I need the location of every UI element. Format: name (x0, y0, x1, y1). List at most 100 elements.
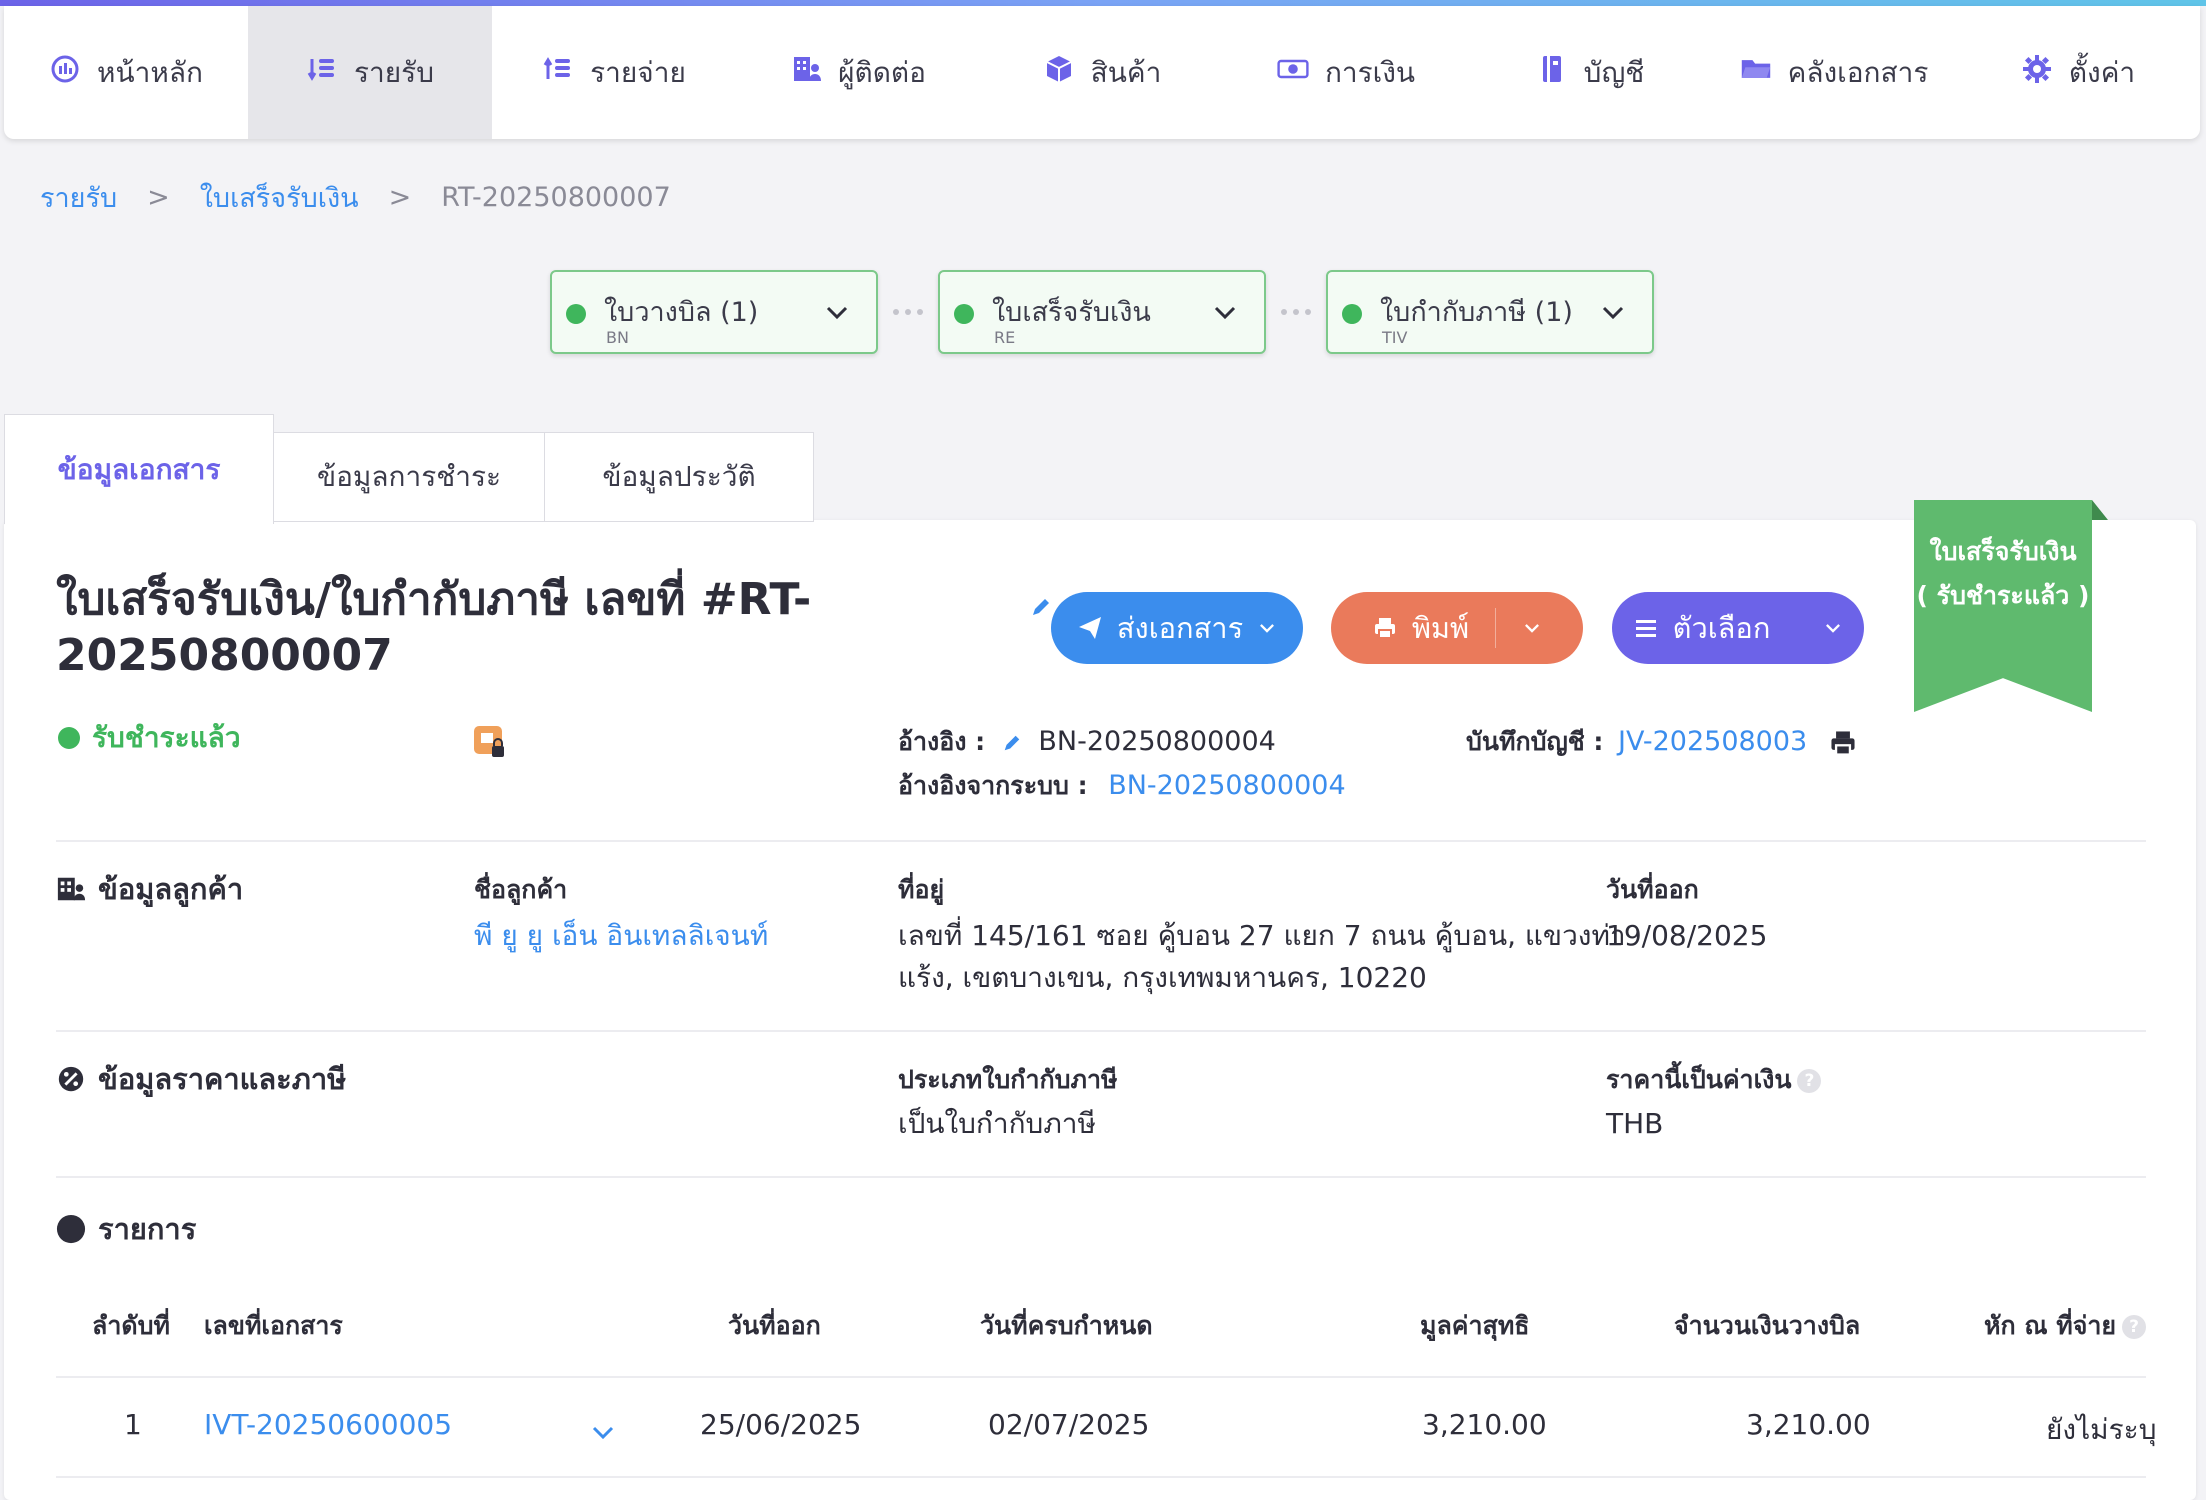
help-icon[interactable]: ? (1797, 1069, 1822, 1093)
tax-type-label: ประเภทใบกำกับภาษี (898, 1065, 1118, 1094)
flow-title: ใบวางบิล (1) (604, 297, 759, 328)
customer-section-label: ข้อมูลลูกค้า (98, 872, 244, 906)
circle-bullet-icon (56, 1214, 86, 1244)
printer-icon[interactable] (1828, 728, 1858, 758)
main-nav: หน้าหลัก รายรับ รายจ่าย ผู้ติดต่อ สินค้า… (4, 6, 2200, 139)
nav-item-settings[interactable]: ตั้งค่า (1956, 6, 2200, 139)
breadcrumb-current: RT-20250800007 (441, 182, 671, 213)
journal-label: บันทึกบัญชี : (1466, 727, 1604, 756)
pencil-icon[interactable] (1002, 733, 1022, 753)
send-document-button[interactable]: ส่งเอกสาร (1051, 592, 1303, 664)
percent-badge-icon (58, 1066, 84, 1092)
row-due-date: 02/07/2025 (988, 1408, 1150, 1441)
folder-icon (1740, 53, 1772, 92)
chevron-down-icon (826, 306, 848, 320)
nav-item-dashboard[interactable]: หน้าหลัก (4, 6, 248, 139)
chevron-down-icon (1602, 306, 1624, 320)
nav-label: การเงิน (1324, 55, 1416, 89)
nav-item-contacts[interactable]: ผู้ติดต่อ (736, 6, 980, 139)
nav-label: สินค้า (1090, 55, 1162, 89)
document-flow: ใบวางบิล (1) BN ใบเสร็จรับเงิน RE ใบกำกั… (550, 270, 1654, 354)
nav-item-finance[interactable]: การเงิน (1224, 6, 1468, 139)
gear-icon (2021, 53, 2053, 92)
row-document-link[interactable]: IVT-20250600005 (204, 1408, 452, 1441)
nav-item-products[interactable]: สินค้า (980, 6, 1224, 139)
tab-document-info[interactable]: ข้อมูลเอกสาร (4, 414, 274, 524)
customer-section-title: ข้อมูลลูกค้า (56, 866, 243, 912)
tab-history-info[interactable]: ข้อมูลประวัติ (544, 432, 814, 522)
divider (56, 1030, 2146, 1032)
breadcrumb: รายรับ > ใบเสร็จรับเงิน > RT-20250800007 (40, 176, 671, 219)
items-section-label: รายการ (98, 1212, 197, 1246)
reference-value: BN-20250800004 (1038, 726, 1276, 757)
breadcrumb-separator: > (388, 182, 412, 213)
nav-item-expense[interactable]: รายจ่าย (492, 6, 736, 139)
ledger-icon (1536, 53, 1568, 92)
flow-receipt[interactable]: ใบเสร็จรับเงิน RE (938, 270, 1266, 354)
button-divider (1796, 608, 1797, 648)
column-header: วันที่ครบกำหนด (980, 1311, 1153, 1340)
row-number: 1 (124, 1408, 142, 1441)
printer-icon (1374, 618, 1395, 639)
journal-link[interactable]: JV-202508003 (1618, 726, 1807, 757)
flow-status-dot (954, 304, 974, 324)
product-box-icon (1043, 53, 1075, 92)
tab-payment-info[interactable]: ข้อมูลการชำระ (273, 432, 545, 522)
customer-name-label: ชื่อลูกค้า (474, 875, 568, 904)
column-header: เลขที่เอกสาร (204, 1311, 343, 1340)
help-icon[interactable]: ? (2122, 1315, 2147, 1339)
options-button[interactable]: ตัวเลือก (1612, 592, 1864, 664)
flow-code: BN (606, 328, 629, 347)
income-icon (306, 53, 338, 92)
flow-status-dot (566, 304, 586, 324)
system-reference-label: อ้างอิงจากระบบ : (898, 771, 1088, 800)
contacts-icon (790, 53, 822, 92)
column-header: หัก ณ ที่จ่าย (1984, 1311, 2117, 1340)
ribbon-line2: ( รับชำระแล้ว ) (1916, 581, 2090, 610)
chevron-down-icon[interactable] (588, 1418, 618, 1448)
button-divider (1495, 608, 1497, 648)
locked-document-icon (474, 726, 504, 757)
address-line-1: เลขที่ 145/161 ซอย คู้บอน 27 แยก 7 ถนน ค… (898, 919, 1626, 952)
table-row-divider (56, 1476, 2146, 1478)
breadcrumb-receipts[interactable]: ใบเสร็จรับเงิน (200, 176, 359, 219)
nav-item-accounting[interactable]: บัญชี (1468, 6, 1712, 139)
nav-label: ตั้งค่า (2068, 55, 2136, 89)
page-title: ใบเสร็จรับเงิน/ใบกำกับภาษี เลขที่ #RT-20… (56, 574, 812, 681)
nav-label: คลังเอกสาร (1787, 55, 1929, 89)
chevron-down-icon (1826, 624, 1841, 633)
column-header: ลำดับที่ (92, 1311, 170, 1340)
chevron-down-icon[interactable] (1522, 618, 1542, 638)
nav-item-documents[interactable]: คลังเอกสาร (1712, 6, 1956, 139)
column-header-wht: หัก ณ ที่จ่าย? (1984, 1306, 2147, 1346)
flow-tax-invoice[interactable]: ใบกำกับภาษี (1) TIV (1326, 270, 1654, 354)
currency-value: THB (1606, 1107, 1664, 1140)
ribbon-fold (2092, 500, 2108, 520)
system-reference-link[interactable]: BN-20250800004 (1108, 770, 1345, 801)
status-dot (58, 727, 80, 749)
flow-billing-note[interactable]: ใบวางบิล (1) BN (550, 270, 878, 354)
flow-connector (1266, 309, 1326, 315)
nav-item-income[interactable]: รายรับ (248, 6, 492, 139)
issue-date-label: วันที่ออก (1606, 875, 1699, 904)
pencil-icon[interactable] (1030, 596, 1052, 618)
address-line-2: แร้ง, เขตบางเขน, กรุงเทพมหานคร, 10220 (898, 961, 1427, 994)
expense-icon (542, 53, 574, 92)
customer-name-link[interactable]: พี ยู ยู เอ็น อินเทลลิเจนท์ (474, 914, 768, 958)
divider (56, 840, 2146, 842)
breadcrumb-income[interactable]: รายรับ (40, 176, 117, 219)
send-label: ส่งเอกสาร (1116, 611, 1244, 645)
currency-label: ราคานี้เป็นค่าเงิน (1606, 1065, 1792, 1094)
flow-code: RE (994, 328, 1016, 347)
nav-label: หน้าหลัก (97, 55, 203, 89)
money-icon (1277, 53, 1309, 92)
options-label: ตัวเลือก (1672, 611, 1771, 645)
row-withholding-tax: ยังไม่ระบุ (2046, 1413, 2157, 1446)
flow-title: ใบกำกับภาษี (1) (1380, 297, 1573, 328)
ribbon-line1: ใบเสร็จรับเงิน (1929, 537, 2077, 566)
items-section-title: รายการ (56, 1206, 196, 1252)
menu-icon (1635, 620, 1656, 637)
status-badge: รับชำระแล้ว (58, 716, 241, 760)
print-button[interactable]: พิมพ์ (1331, 592, 1583, 664)
chevron-down-icon (1214, 306, 1236, 320)
